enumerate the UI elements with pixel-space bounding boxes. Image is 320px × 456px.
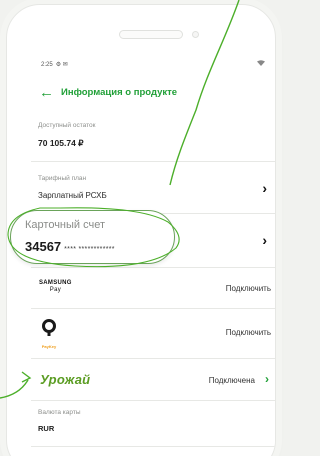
paykey-logo-text: PayKey [41, 344, 57, 349]
chevron-right-icon: › [262, 232, 267, 248]
balance-label: Доступный остаток [38, 122, 96, 129]
status-bar: 2:25 ⚙ ✉ [41, 61, 68, 69]
paykey-logo: PayKey [40, 319, 58, 349]
balance-row: Доступный остаток 70 105.74 ₽ [31, 110, 275, 162]
page-title: Информация о продукте [61, 86, 178, 98]
samsung-pay-connect-button[interactable]: Подключить [226, 284, 271, 293]
harvest-connected-status: Подключена [208, 376, 255, 385]
header: ← Информация о продукте [39, 77, 275, 107]
status-time: 2:25 [41, 61, 53, 68]
paykey-connect-button[interactable]: Подключить [226, 328, 271, 337]
paykey-ring-icon [42, 319, 56, 336]
samsung-logo-bottom: Pay [49, 287, 62, 293]
currency-value: RUR [38, 424, 55, 433]
front-camera [192, 31, 199, 38]
currency-row: Валюта карты RUR [31, 401, 275, 447]
card-account-value: 34567 [25, 239, 62, 254]
card-account-number: 34567 **** ************ [25, 239, 115, 254]
samsung-logo-top: SAMSUNG [39, 280, 72, 286]
currency-label: Валюта карты [38, 409, 81, 416]
harvest-row[interactable]: Урожай Подключена › [31, 359, 275, 401]
speaker-grille [119, 30, 183, 39]
card-account-highlight[interactable]: Карточный счет 34567 **** ************ [10, 210, 175, 264]
tariff-value: Зарплатный РСХБ [38, 191, 107, 200]
card-account-label: Карточный счет [25, 219, 106, 231]
card-account-mask: **** ************ [64, 246, 115, 253]
samsung-pay-row[interactable]: SAMSUNG Pay Подключить [31, 268, 275, 309]
harvest-logo: Урожай [40, 372, 91, 387]
wifi-icon [257, 60, 265, 68]
balance-value: 70 105.74 ₽ [38, 138, 84, 148]
tariff-label: Тарифный план [38, 175, 87, 182]
status-icons: ⚙ ✉ [55, 62, 68, 68]
samsung-pay-logo: SAMSUNG Pay [39, 280, 72, 294]
chevron-right-icon: › [262, 180, 267, 196]
tariff-row[interactable]: Тарифный план Зарплатный РСХБ › [31, 162, 275, 214]
paykey-row[interactable]: PayKey Подключить [31, 309, 275, 359]
arrow-left-icon[interactable]: ← [39, 85, 61, 100]
chevron-right-icon: › [265, 372, 269, 386]
